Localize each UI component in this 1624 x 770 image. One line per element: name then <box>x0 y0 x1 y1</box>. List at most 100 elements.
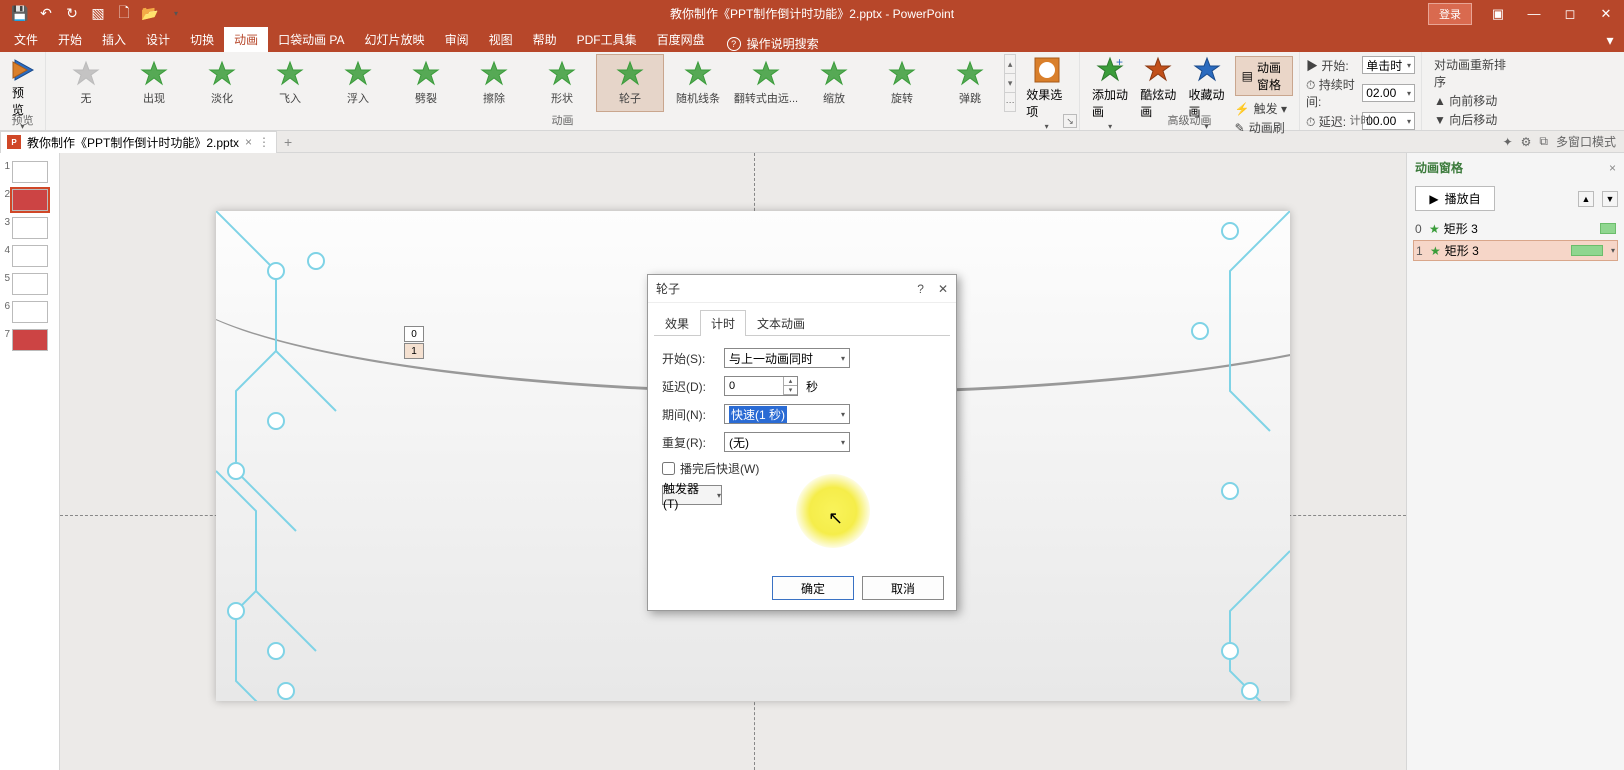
anim-entry-0[interactable]: 0★矩形 3 <box>1413 219 1618 238</box>
anim-entry-1[interactable]: 1★矩形 3▾ <box>1413 240 1618 261</box>
anim-弹跳[interactable]: 弹跳 <box>936 54 1004 112</box>
anim-无[interactable]: 无 <box>52 54 120 112</box>
menu-tab-9[interactable]: 视图 <box>479 27 523 52</box>
search-placeholder: 操作说明搜索 <box>747 35 819 52</box>
thumb-1[interactable]: 1 <box>2 161 57 183</box>
menu-tab-6[interactable]: 口袋动画 PA <box>268 27 354 52</box>
delay-spinner[interactable]: 0 ▴▾ <box>724 376 798 396</box>
play-from-button[interactable]: ▶ 播放自 <box>1415 186 1495 211</box>
dialog-help-icon[interactable]: ? <box>917 282 924 296</box>
dialog-tab-1[interactable]: 计时 <box>700 310 746 336</box>
menu-tab-1[interactable]: 开始 <box>48 27 92 52</box>
anim-pane-close-icon[interactable]: × <box>1609 161 1616 175</box>
new-file-icon[interactable]: 🗋 <box>116 6 132 22</box>
tab-menu-icon[interactable]: ⋮ <box>258 135 270 149</box>
spin-down-icon[interactable]: ▾ <box>784 386 797 395</box>
tool-icon-1[interactable]: ✦ <box>1503 135 1513 149</box>
animation-dialog-launcher[interactable]: ↘ <box>1063 114 1077 128</box>
animation-gallery[interactable]: 无出现淡化飞入浮入劈裂擦除形状轮子随机线条翻转式由远...缩放旋转弹跳 <box>52 54 1004 112</box>
dialog-close-icon[interactable]: ✕ <box>938 282 948 296</box>
move-forward-button[interactable]: ▲ 向前移动 <box>1434 92 1506 109</box>
move-up-button[interactable]: ▲ <box>1578 191 1594 207</box>
dialog-tab-2[interactable]: 文本动画 <box>746 310 816 336</box>
undo-icon[interactable]: ↶ <box>38 6 54 22</box>
anim-翻转式由远...[interactable]: 翻转式由远... <box>732 54 800 112</box>
anim-浮入[interactable]: 浮入 <box>324 54 392 112</box>
anim-淡化[interactable]: 淡化 <box>188 54 256 112</box>
window-title: 教你制作《PPT制作倒计时功能》2.pptx - PowerPoint <box>0 5 1624 22</box>
move-down-button[interactable]: ▼ <box>1602 191 1618 207</box>
anim-缩放[interactable]: 缩放 <box>800 54 868 112</box>
cancel-button[interactable]: 取消 <box>862 576 944 600</box>
entry-star-icon: ★ <box>1430 244 1441 258</box>
menu-tab-5[interactable]: 动画 <box>224 27 268 52</box>
menu-tab-2[interactable]: 插入 <box>92 27 136 52</box>
timing-duration-spinner[interactable]: 02.00▾ <box>1362 84 1415 102</box>
settings-icon[interactable]: ⚙ <box>1521 135 1532 149</box>
tell-me-search[interactable]: ? 操作说明搜索 <box>727 35 819 52</box>
menu-tab-11[interactable]: PDF工具集 <box>567 27 647 52</box>
maximize-icon[interactable]: ◻ <box>1552 0 1588 27</box>
anim-飞入[interactable]: 飞入 <box>256 54 324 112</box>
thumb-2[interactable]: 2 <box>2 189 57 211</box>
anim-劈裂[interactable]: 劈裂 <box>392 54 460 112</box>
anim-旋转[interactable]: 旋转 <box>868 54 936 112</box>
multiwin-icon[interactable]: ⧉ <box>1539 134 1548 149</box>
login-button[interactable]: 登录 <box>1428 3 1472 25</box>
anim-擦除[interactable]: 擦除 <box>460 54 528 112</box>
menu-tab-8[interactable]: 审阅 <box>435 27 479 52</box>
duration-combo[interactable]: 快速(1 秒)▾ <box>724 404 850 424</box>
thumb-5[interactable]: 5 <box>2 273 57 295</box>
tab-close-icon[interactable]: × <box>245 135 252 149</box>
add-animation-icon: + <box>1096 56 1124 84</box>
move-backward-button[interactable]: ▼ 向后移动 <box>1434 111 1506 128</box>
menu-tab-10[interactable]: 帮助 <box>523 27 567 52</box>
menu-tab-7[interactable]: 幻灯片放映 <box>355 27 435 52</box>
star-icon <box>276 60 304 88</box>
menu-tab-12[interactable]: 百度网盘 <box>647 27 715 52</box>
rewind-checkbox[interactable] <box>662 462 675 475</box>
thumb-3[interactable]: 3 <box>2 217 57 239</box>
thumb-7[interactable]: 7 <box>2 329 57 351</box>
timing-start-combo[interactable]: 单击时▾ <box>1362 56 1415 74</box>
duration-bar <box>1600 223 1616 234</box>
ok-button[interactable]: 确定 <box>772 576 854 600</box>
anim-形状[interactable]: 形状 <box>528 54 596 112</box>
open-file-icon[interactable]: 📂 <box>142 6 158 22</box>
menu-tab-0[interactable]: 文件 <box>4 27 48 52</box>
start-combo[interactable]: 与上一动画同时▾ <box>724 348 850 368</box>
qat-more-icon[interactable]: ▾ <box>168 6 184 22</box>
gallery-scroll[interactable]: ▴ ▾ ⋯ <box>1004 54 1016 112</box>
save-icon[interactable]: 💾 <box>12 6 28 22</box>
anim-随机线条[interactable]: 随机线条 <box>664 54 732 112</box>
repeat-combo[interactable]: (无)▾ <box>724 432 850 452</box>
minimize-icon[interactable]: — <box>1516 0 1552 27</box>
collapse-ribbon-icon[interactable]: ▾ <box>1602 32 1618 48</box>
duration-bar <box>1571 245 1603 256</box>
animation-pane-button[interactable]: ▤动画窗格 <box>1235 56 1293 96</box>
gallery-more-icon[interactable]: ⋯ <box>1005 93 1015 111</box>
star-icon <box>480 60 508 88</box>
spin-up-icon[interactable]: ▴ <box>784 377 797 386</box>
close-icon[interactable]: ✕ <box>1588 0 1624 27</box>
start-slideshow-icon[interactable]: ▧ <box>90 6 106 22</box>
preview-icon <box>11 58 35 82</box>
menu-tab-3[interactable]: 设计 <box>136 27 180 52</box>
redo-icon[interactable]: ↻ <box>64 6 80 22</box>
thumb-4[interactable]: 4 <box>2 245 57 267</box>
gallery-down-icon[interactable]: ▾ <box>1005 74 1015 93</box>
star-icon <box>684 60 712 88</box>
trigger-expand-button[interactable]: 触发器(T)▾ <box>662 485 722 505</box>
anim-出现[interactable]: 出现 <box>120 54 188 112</box>
gallery-up-icon[interactable]: ▴ <box>1005 55 1015 74</box>
multiwin-label[interactable]: 多窗口模式 <box>1556 133 1616 150</box>
new-tab-button[interactable]: + <box>277 131 299 153</box>
ribbon-options-icon[interactable]: ▣ <box>1480 0 1516 27</box>
document-tab[interactable]: P 教你制作《PPT制作倒计时功能》2.pptx × ⋮ <box>0 131 277 153</box>
anim-轮子[interactable]: 轮子 <box>596 54 664 112</box>
menu-tab-4[interactable]: 切换 <box>180 27 224 52</box>
thumb-6[interactable]: 6 <box>2 301 57 323</box>
counter-object[interactable]: 0 1 <box>404 326 424 359</box>
dialog-tab-0[interactable]: 效果 <box>654 310 700 336</box>
star-icon <box>752 60 780 88</box>
